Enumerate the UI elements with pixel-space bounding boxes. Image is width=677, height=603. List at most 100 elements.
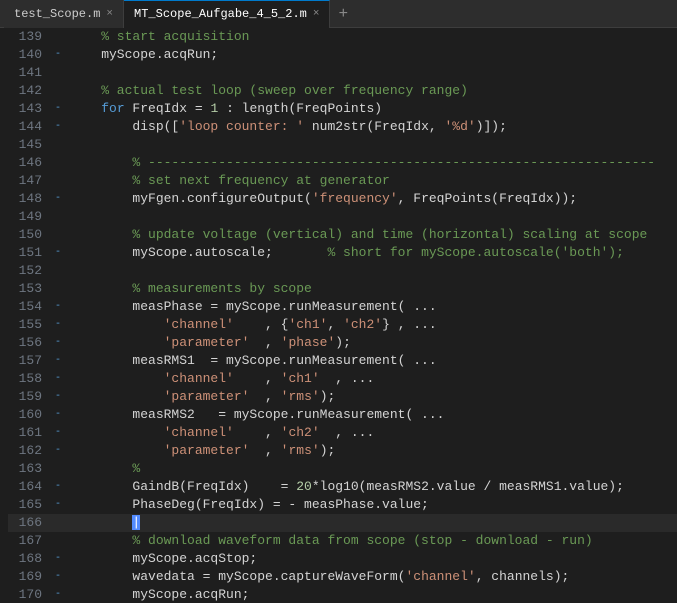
code-line: 164- GaindB(FreqIdx) = 20*log10(measRMS2… bbox=[8, 478, 677, 496]
code-content: % --------------------------------------… bbox=[66, 154, 677, 172]
line-number: 149 bbox=[8, 208, 50, 226]
tab-label: MT_Scope_Aufgabe_4_5_2.m bbox=[134, 7, 307, 21]
gutter-cell: - bbox=[50, 352, 66, 370]
line-number: 153 bbox=[8, 280, 50, 298]
line-number: 146 bbox=[8, 154, 50, 172]
code-line: 143- for FreqIdx = 1 : length(FreqPoints… bbox=[8, 100, 677, 118]
code-line: 162- 'parameter' , 'rms'); bbox=[8, 442, 677, 460]
gutter-cell bbox=[50, 82, 66, 100]
line-number: 142 bbox=[8, 82, 50, 100]
gutter-cell: - bbox=[50, 298, 66, 316]
code-content: | bbox=[66, 514, 677, 532]
line-number: 167 bbox=[8, 532, 50, 550]
line-number: 139 bbox=[8, 28, 50, 46]
code-line: 170- myScope.acqRun; bbox=[8, 586, 677, 603]
code-line: 148- myFgen.configureOutput('frequency',… bbox=[8, 190, 677, 208]
code-content bbox=[66, 64, 677, 82]
line-number: 169 bbox=[8, 568, 50, 586]
gutter-cell: - bbox=[50, 478, 66, 496]
line-number: 158 bbox=[8, 370, 50, 388]
code-line: 155- 'channel' , {'ch1', 'ch2'} , ... bbox=[8, 316, 677, 334]
code-content: % measurements by scope bbox=[66, 280, 677, 298]
gutter-cell: - bbox=[50, 244, 66, 262]
line-number: 140 bbox=[8, 46, 50, 64]
line-number: 144 bbox=[8, 118, 50, 136]
code-line: 144- disp(['loop counter: ' num2str(Freq… bbox=[8, 118, 677, 136]
gutter-cell bbox=[50, 514, 66, 532]
line-number: 165 bbox=[8, 496, 50, 514]
line-number: 143 bbox=[8, 100, 50, 118]
code-content: for FreqIdx = 1 : length(FreqPoints) bbox=[66, 100, 677, 118]
code-line: 145 bbox=[8, 136, 677, 154]
code-content: % set next frequency at generator bbox=[66, 172, 677, 190]
line-number: 151 bbox=[8, 244, 50, 262]
add-tab-button[interactable]: + bbox=[330, 0, 356, 28]
gutter-cell: - bbox=[50, 316, 66, 334]
code-line: 165- PhaseDeg(FreqIdx) = - measPhase.val… bbox=[8, 496, 677, 514]
code-content: wavedata = myScope.captureWaveForm('chan… bbox=[66, 568, 677, 586]
code-content: measRMS1 = myScope.runMeasurement( ... bbox=[66, 352, 677, 370]
code-content bbox=[66, 136, 677, 154]
gutter-cell: - bbox=[50, 190, 66, 208]
tab-close-icon[interactable]: × bbox=[106, 8, 113, 20]
code-line: 167 % download waveform data from scope … bbox=[8, 532, 677, 550]
gutter-cell bbox=[50, 28, 66, 46]
code-content: GaindB(FreqIdx) = 20*log10(measRMS2.valu… bbox=[66, 478, 677, 496]
code-line: 152 bbox=[8, 262, 677, 280]
gutter-cell bbox=[50, 208, 66, 226]
code-content: % start acquisition bbox=[66, 28, 677, 46]
code-line: 157- measRMS1 = myScope.runMeasurement( … bbox=[8, 352, 677, 370]
line-number: 168 bbox=[8, 550, 50, 568]
code-content: % actual test loop (sweep over frequency… bbox=[66, 82, 677, 100]
tab-test-scope[interactable]: test_Scope.m × bbox=[4, 0, 124, 28]
line-number: 155 bbox=[8, 316, 50, 334]
code-line: 161- 'channel' , 'ch2' , ... bbox=[8, 424, 677, 442]
gutter-cell: - bbox=[50, 118, 66, 136]
line-number: 148 bbox=[8, 190, 50, 208]
code-content: myFgen.configureOutput('frequency', Freq… bbox=[66, 190, 677, 208]
gutter-cell: - bbox=[50, 388, 66, 406]
code-line: 168- myScope.acqStop; bbox=[8, 550, 677, 568]
code-area[interactable]: 139 % start acquisition140- myScope.acqR… bbox=[0, 28, 677, 603]
code-line: 154- measPhase = myScope.runMeasurement(… bbox=[8, 298, 677, 316]
line-number: 147 bbox=[8, 172, 50, 190]
line-number: 170 bbox=[8, 586, 50, 603]
gutter-cell bbox=[50, 532, 66, 550]
gutter-cell: - bbox=[50, 406, 66, 424]
code-content: PhaseDeg(FreqIdx) = - measPhase.value; bbox=[66, 496, 677, 514]
code-line: 149 bbox=[8, 208, 677, 226]
gutter-cell bbox=[50, 262, 66, 280]
line-number: 156 bbox=[8, 334, 50, 352]
line-number: 166 bbox=[8, 514, 50, 532]
gutter-cell: - bbox=[50, 568, 66, 586]
gutter-cell bbox=[50, 280, 66, 298]
gutter-cell bbox=[50, 460, 66, 478]
gutter-cell: - bbox=[50, 550, 66, 568]
code-line: 153 % measurements by scope bbox=[8, 280, 677, 298]
code-content: measRMS2 = myScope.runMeasurement( ... bbox=[66, 406, 677, 424]
code-line: 139 % start acquisition bbox=[8, 28, 677, 46]
tab-label: test_Scope.m bbox=[14, 7, 100, 21]
code-line: 140- myScope.acqRun; bbox=[8, 46, 677, 64]
code-content: 'channel' , 'ch1' , ... bbox=[66, 370, 677, 388]
tab-close-icon[interactable]: × bbox=[313, 8, 320, 20]
gutter-cell: - bbox=[50, 496, 66, 514]
line-number: 154 bbox=[8, 298, 50, 316]
line-number: 161 bbox=[8, 424, 50, 442]
code-line: 156- 'parameter' , 'phase'); bbox=[8, 334, 677, 352]
gutter-cell: - bbox=[50, 46, 66, 64]
code-line: 160- measRMS2 = myScope.runMeasurement( … bbox=[8, 406, 677, 424]
code-content: myScope.acqRun; bbox=[66, 46, 677, 64]
editor: 139 % start acquisition140- myScope.acqR… bbox=[0, 28, 677, 603]
code-line: 166 | bbox=[8, 514, 677, 532]
tab-mt-scope[interactable]: MT_Scope_Aufgabe_4_5_2.m × bbox=[124, 0, 330, 28]
code-content: 'parameter' , 'rms'); bbox=[66, 442, 677, 460]
code-content: myScope.acqRun; bbox=[66, 586, 677, 603]
line-number: 160 bbox=[8, 406, 50, 424]
line-number: 163 bbox=[8, 460, 50, 478]
code-content: myScope.acqStop; bbox=[66, 550, 677, 568]
line-number: 159 bbox=[8, 388, 50, 406]
code-content: 'parameter' , 'rms'); bbox=[66, 388, 677, 406]
code-line: 141 bbox=[8, 64, 677, 82]
line-number: 150 bbox=[8, 226, 50, 244]
